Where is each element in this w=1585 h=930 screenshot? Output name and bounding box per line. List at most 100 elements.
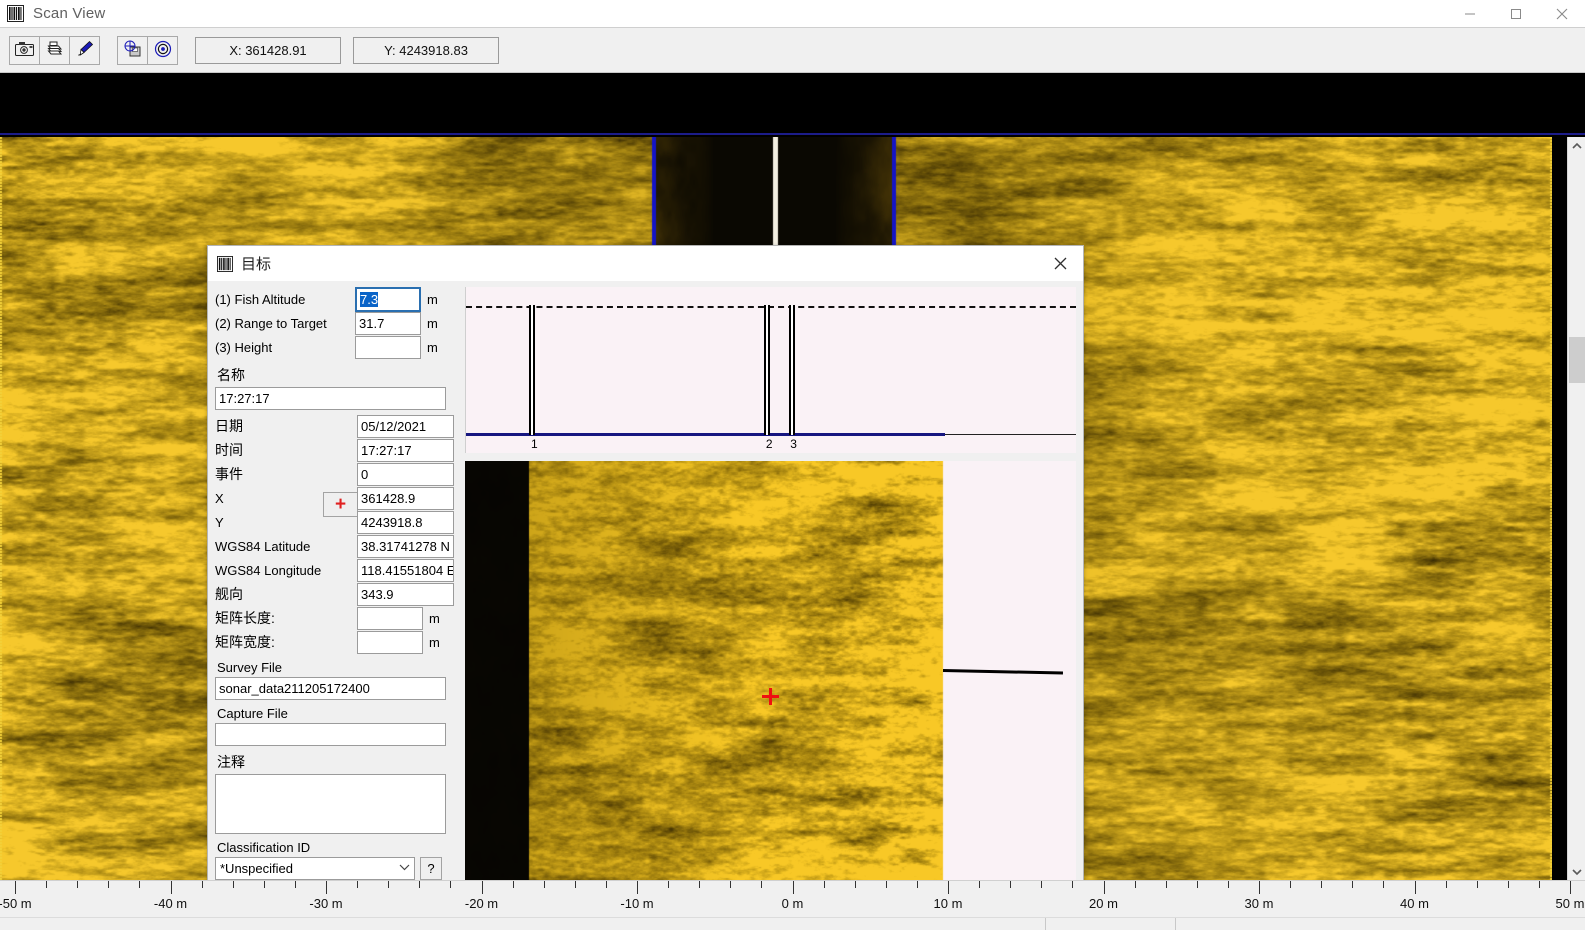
profile-cursor-2[interactable] <box>764 305 771 435</box>
scroll-down-arrow[interactable] <box>1568 863 1585 880</box>
chevron-down-icon <box>399 863 410 874</box>
ruler-tick-minor <box>512 881 514 888</box>
classification-row: *Unspecified ? <box>215 857 455 880</box>
ruler-tick-major <box>1259 881 1260 894</box>
ruler-tick-minor <box>1010 881 1012 888</box>
annotate-button[interactable] <box>69 35 100 65</box>
print-button[interactable] <box>39 35 70 65</box>
sonar-waterfall-view[interactable]: 目标 (1) Fish Altitude 7.3 m (2) Range to … <box>0 73 1585 880</box>
toolbar-group-nav <box>117 35 178 65</box>
pan-save-button[interactable] <box>117 35 148 65</box>
ruler-tick-minor <box>46 881 48 888</box>
ruler-label: 50 m <box>1555 896 1585 911</box>
profile-cursor-label-3: 3 <box>790 437 797 451</box>
ruler-tick-major <box>1103 881 1105 894</box>
heading-input[interactable]: 343.9 <box>357 582 454 606</box>
matrix-length-unit: m <box>429 610 440 626</box>
capture-file-input[interactable] <box>215 723 446 746</box>
profile-plot[interactable]: 1 2 3 <box>465 287 1076 453</box>
longitude-row: WGS84 Longitude 118.41551804 E <box>215 558 455 582</box>
scroll-up-arrow[interactable] <box>1568 137 1585 155</box>
date-input[interactable]: 05/12/2021 <box>357 414 454 438</box>
dialog-close-button[interactable] <box>1038 246 1083 281</box>
ruler-tick-minor <box>1227 881 1229 888</box>
app-grid-icon <box>217 255 233 272</box>
longitude-input[interactable]: 118.41551804 E <box>357 558 454 582</box>
time-input[interactable]: 17:27:17 <box>357 438 454 462</box>
maximize-button[interactable] <box>1493 0 1539 27</box>
close-button[interactable] <box>1539 0 1585 27</box>
ruler-tick-major <box>326 881 327 894</box>
ruler-tick-minor <box>263 881 265 888</box>
range-to-target-input[interactable]: 31.7 <box>355 311 421 335</box>
ruler-label: -40 m <box>153 896 188 911</box>
classification-help-button[interactable]: ? <box>420 857 442 880</box>
window-titlebar: Scan View <box>0 0 1585 27</box>
latitude-label: WGS84 Latitude <box>215 538 311 554</box>
vertical-scrollbar[interactable] <box>1567 137 1585 880</box>
classification-value: *Unspecified <box>220 861 293 876</box>
snapshot-button[interactable] <box>9 35 40 65</box>
ruler-tick-minor <box>730 881 732 888</box>
move-save-icon <box>123 40 143 61</box>
ruler-tick-minor <box>232 881 234 888</box>
matrix-width-input[interactable] <box>357 630 423 654</box>
sonar-top-blank-band <box>0 73 1585 135</box>
ruler-tick-major <box>15 881 16 894</box>
minimize-button[interactable] <box>1447 0 1493 27</box>
surface-dashed-line <box>466 306 1076 308</box>
ruler-label: -10 m <box>620 896 654 911</box>
measurement-group: (1) Fish Altitude 7.3 m (2) Range to Tar… <box>215 286 455 359</box>
ruler-tick-minor <box>1538 881 1540 888</box>
dialog-titlebar: 目标 <box>208 246 1083 281</box>
y-row: Y 4243918.8 <box>215 510 455 534</box>
ruler-tick-minor <box>979 881 981 888</box>
date-row: 日期 05/12/2021 <box>215 414 455 438</box>
event-input[interactable]: 0 <box>357 462 454 486</box>
ruler-tick-major <box>792 881 794 894</box>
time-label: 时间 <box>215 442 243 458</box>
matrix-length-input[interactable] <box>357 606 423 630</box>
survey-file-input[interactable]: sonar_data211205172400 <box>215 677 446 700</box>
classification-select[interactable]: *Unspecified <box>215 857 415 880</box>
ruler-tick-minor <box>699 881 701 888</box>
ruler-tick-minor <box>605 881 607 888</box>
height-label: (3) Height <box>215 339 273 355</box>
ruler-tick-minor <box>419 881 421 888</box>
profile-cursor-1[interactable] <box>529 305 536 435</box>
x-input[interactable]: 361428.9 <box>357 486 454 510</box>
heading-label: 舰向 <box>215 586 243 602</box>
dialog-title: 目标 <box>241 256 272 273</box>
notes-textarea[interactable] <box>215 774 446 834</box>
y-input[interactable]: 4243918.8 <box>357 510 454 534</box>
scrollbar-thumb[interactable] <box>1569 337 1585 383</box>
ruler-tick-major <box>170 881 172 894</box>
ruler-tick-minor <box>1290 881 1292 888</box>
fish-altitude-input[interactable]: 7.3 <box>355 286 421 312</box>
fish-altitude-row: (1) Fish Altitude 7.3 m <box>215 286 455 312</box>
height-input[interactable] <box>355 335 421 359</box>
ruler-tick-minor <box>1352 881 1354 888</box>
target-dialog[interactable]: 目标 (1) Fish Altitude 7.3 m (2) Range to … <box>207 245 1084 880</box>
y-label: Y <box>215 514 224 530</box>
ruler-tick-major <box>637 881 638 894</box>
x-label: X <box>215 490 224 506</box>
coordinate-x-display: X: 361428.91 <box>195 36 341 64</box>
target-form: (1) Fish Altitude 7.3 m (2) Range to Tar… <box>215 286 455 880</box>
x-row: X 361428.9 <box>215 486 455 510</box>
ruler-tick-minor <box>1383 881 1385 888</box>
ruler-tick-minor <box>294 881 296 888</box>
classification-label: Classification ID <box>217 840 311 855</box>
ruler-tick-minor <box>1476 881 1478 888</box>
ruler-tick-major <box>948 881 949 894</box>
app-grid-icon <box>7 5 24 22</box>
target-button[interactable] <box>147 35 178 65</box>
target-name-input[interactable]: 17:27:17 <box>215 387 446 410</box>
coordinate-y-display: Y: 4243918.83 <box>353 36 499 64</box>
latitude-input[interactable]: 38.31741278 N <box>357 534 454 558</box>
profile-cursor-3[interactable] <box>788 305 795 435</box>
main-toolbar: X: 361428.91 Y: 4243918.83 <box>0 27 1585 73</box>
ruler-tick-minor <box>761 881 763 888</box>
event-label: 事件 <box>215 466 243 482</box>
target-detail-image[interactable] <box>465 461 1076 880</box>
